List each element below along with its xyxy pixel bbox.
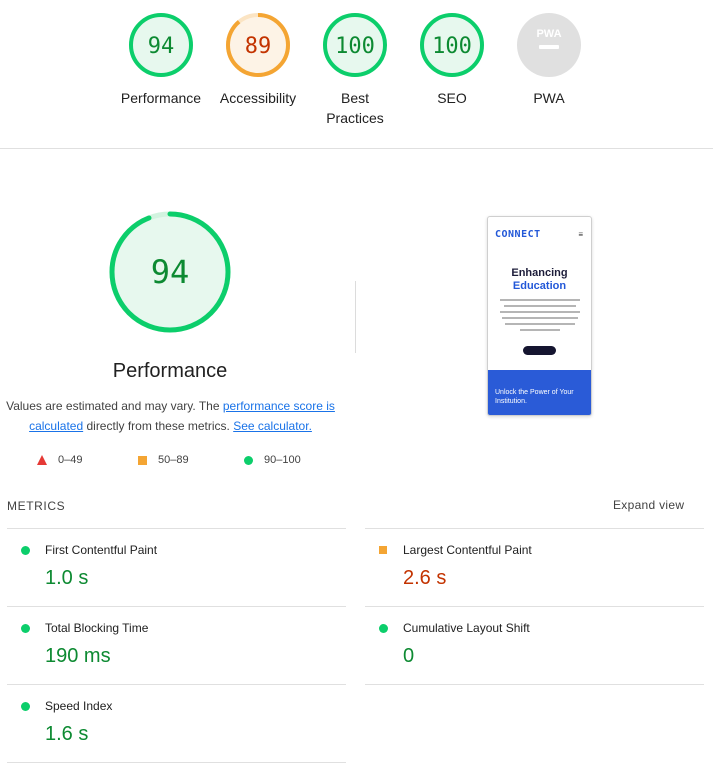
average-square-icon <box>379 546 387 554</box>
pass-circle-icon <box>21 702 30 711</box>
metric-value: 2.6 s <box>403 567 447 589</box>
performance-summary: 94 Performance <box>70 210 270 383</box>
metric-label: Total Blocking Time <box>45 621 149 635</box>
accessibility-gauge-ring: 89 <box>226 13 290 77</box>
gauge-label: Performance <box>120 90 202 106</box>
gauge-accessibility[interactable]: 89 Accessibility <box>208 12 308 108</box>
gauge-label: SEO <box>437 90 467 106</box>
average-square-icon <box>138 455 147 465</box>
final-screenshot[interactable]: CONNECT ≡ Enhancing Education Unlock the… <box>487 216 592 416</box>
metrics-header: METRICS <box>7 499 66 513</box>
gauge-seo[interactable]: 100 SEO <box>402 12 502 108</box>
gauge-label: PWA <box>533 90 565 106</box>
performance-title: Performance <box>112 360 228 382</box>
site-logo: CONNECT <box>495 229 541 240</box>
gauge-best-practices[interactable]: 100 Best Practices <box>305 12 405 128</box>
metric-label: Speed Index <box>45 699 113 713</box>
note-text: Values are estimated and may vary. The <box>6 399 223 413</box>
performance-big-gauge: 94 <box>109 211 231 333</box>
metric-cls: Cumulative Layout Shift 0 <box>365 606 704 684</box>
pass-circle-icon <box>379 624 388 633</box>
fail-triangle-icon <box>37 455 47 465</box>
metric-value: 1.0 s <box>45 567 89 589</box>
seo-gauge-ring: 100 <box>420 13 484 77</box>
hero-heading: Enhancing <box>511 267 568 279</box>
see-calculator-link[interactable]: See calculator. <box>233 419 312 433</box>
metric-speed-index: Speed Index 1.6 s <box>7 684 346 762</box>
metric-label: Largest Contentful Paint <box>403 543 532 557</box>
gauge-performance[interactable]: 94 Performance <box>111 12 211 108</box>
note-text-mid: directly from these metrics. <box>83 419 234 433</box>
score-note: Values are estimated and may vary. The p… <box>0 396 341 436</box>
gauge-score: 100 <box>432 34 472 59</box>
gauge-score: 89 <box>245 34 272 59</box>
gauge-label: Accessibility <box>219 90 297 106</box>
legend-pass: 90–100 <box>244 454 301 466</box>
metric-label: First Contentful Paint <box>45 543 158 557</box>
gauge-score: 100 <box>335 34 375 59</box>
legend-pass-label: 90–100 <box>264 454 301 466</box>
pass-circle-icon <box>21 624 30 633</box>
pass-circle-icon <box>21 546 30 555</box>
hero-heading-accent: Education <box>512 280 567 292</box>
pass-circle-icon <box>244 455 253 465</box>
gauge-score: 94 <box>148 34 175 59</box>
band-text: Unlock the Power of Your Institution. <box>495 389 574 405</box>
expand-view-button[interactable]: Expand view <box>613 498 684 512</box>
performance-gauge-ring: 94 <box>129 13 193 77</box>
metric-lcp: Largest Contentful Paint 2.6 s <box>365 528 704 606</box>
best-practices-gauge-ring: 100 <box>323 13 387 77</box>
pwa-gauge-icon: PWA <box>517 13 581 77</box>
category-gauges: 94 Performance 89 Accessibility 100 Best… <box>0 0 713 149</box>
hamburger-icon: ≡ <box>578 230 583 239</box>
metrics-divider <box>365 684 704 685</box>
metric-value: 0 <box>403 645 415 667</box>
legend-average-label: 50–89 <box>158 454 189 466</box>
metrics-divider <box>7 762 346 763</box>
gauge-label: Best Practices <box>326 90 384 126</box>
legend-fail-label: 0–49 <box>58 454 83 466</box>
metric-value: 190 ms <box>45 645 111 667</box>
hero-paragraph-lines <box>498 299 581 335</box>
gauge-pwa[interactable]: PWA PWA <box>499 12 599 108</box>
performance-big-score: 94 <box>151 253 190 291</box>
hero-cta-button <box>523 346 556 355</box>
legend-average: 50–89 <box>138 454 189 466</box>
metric-label: Cumulative Layout Shift <box>403 621 530 635</box>
metric-fcp: First Contentful Paint 1.0 s <box>7 528 346 606</box>
legend-fail: 0–49 <box>37 454 82 466</box>
vertical-divider <box>355 281 356 353</box>
pwa-badge-text: PWA <box>536 28 561 40</box>
metric-tbt: Total Blocking Time 190 ms <box>7 606 346 684</box>
metric-value: 1.6 s <box>45 723 89 745</box>
